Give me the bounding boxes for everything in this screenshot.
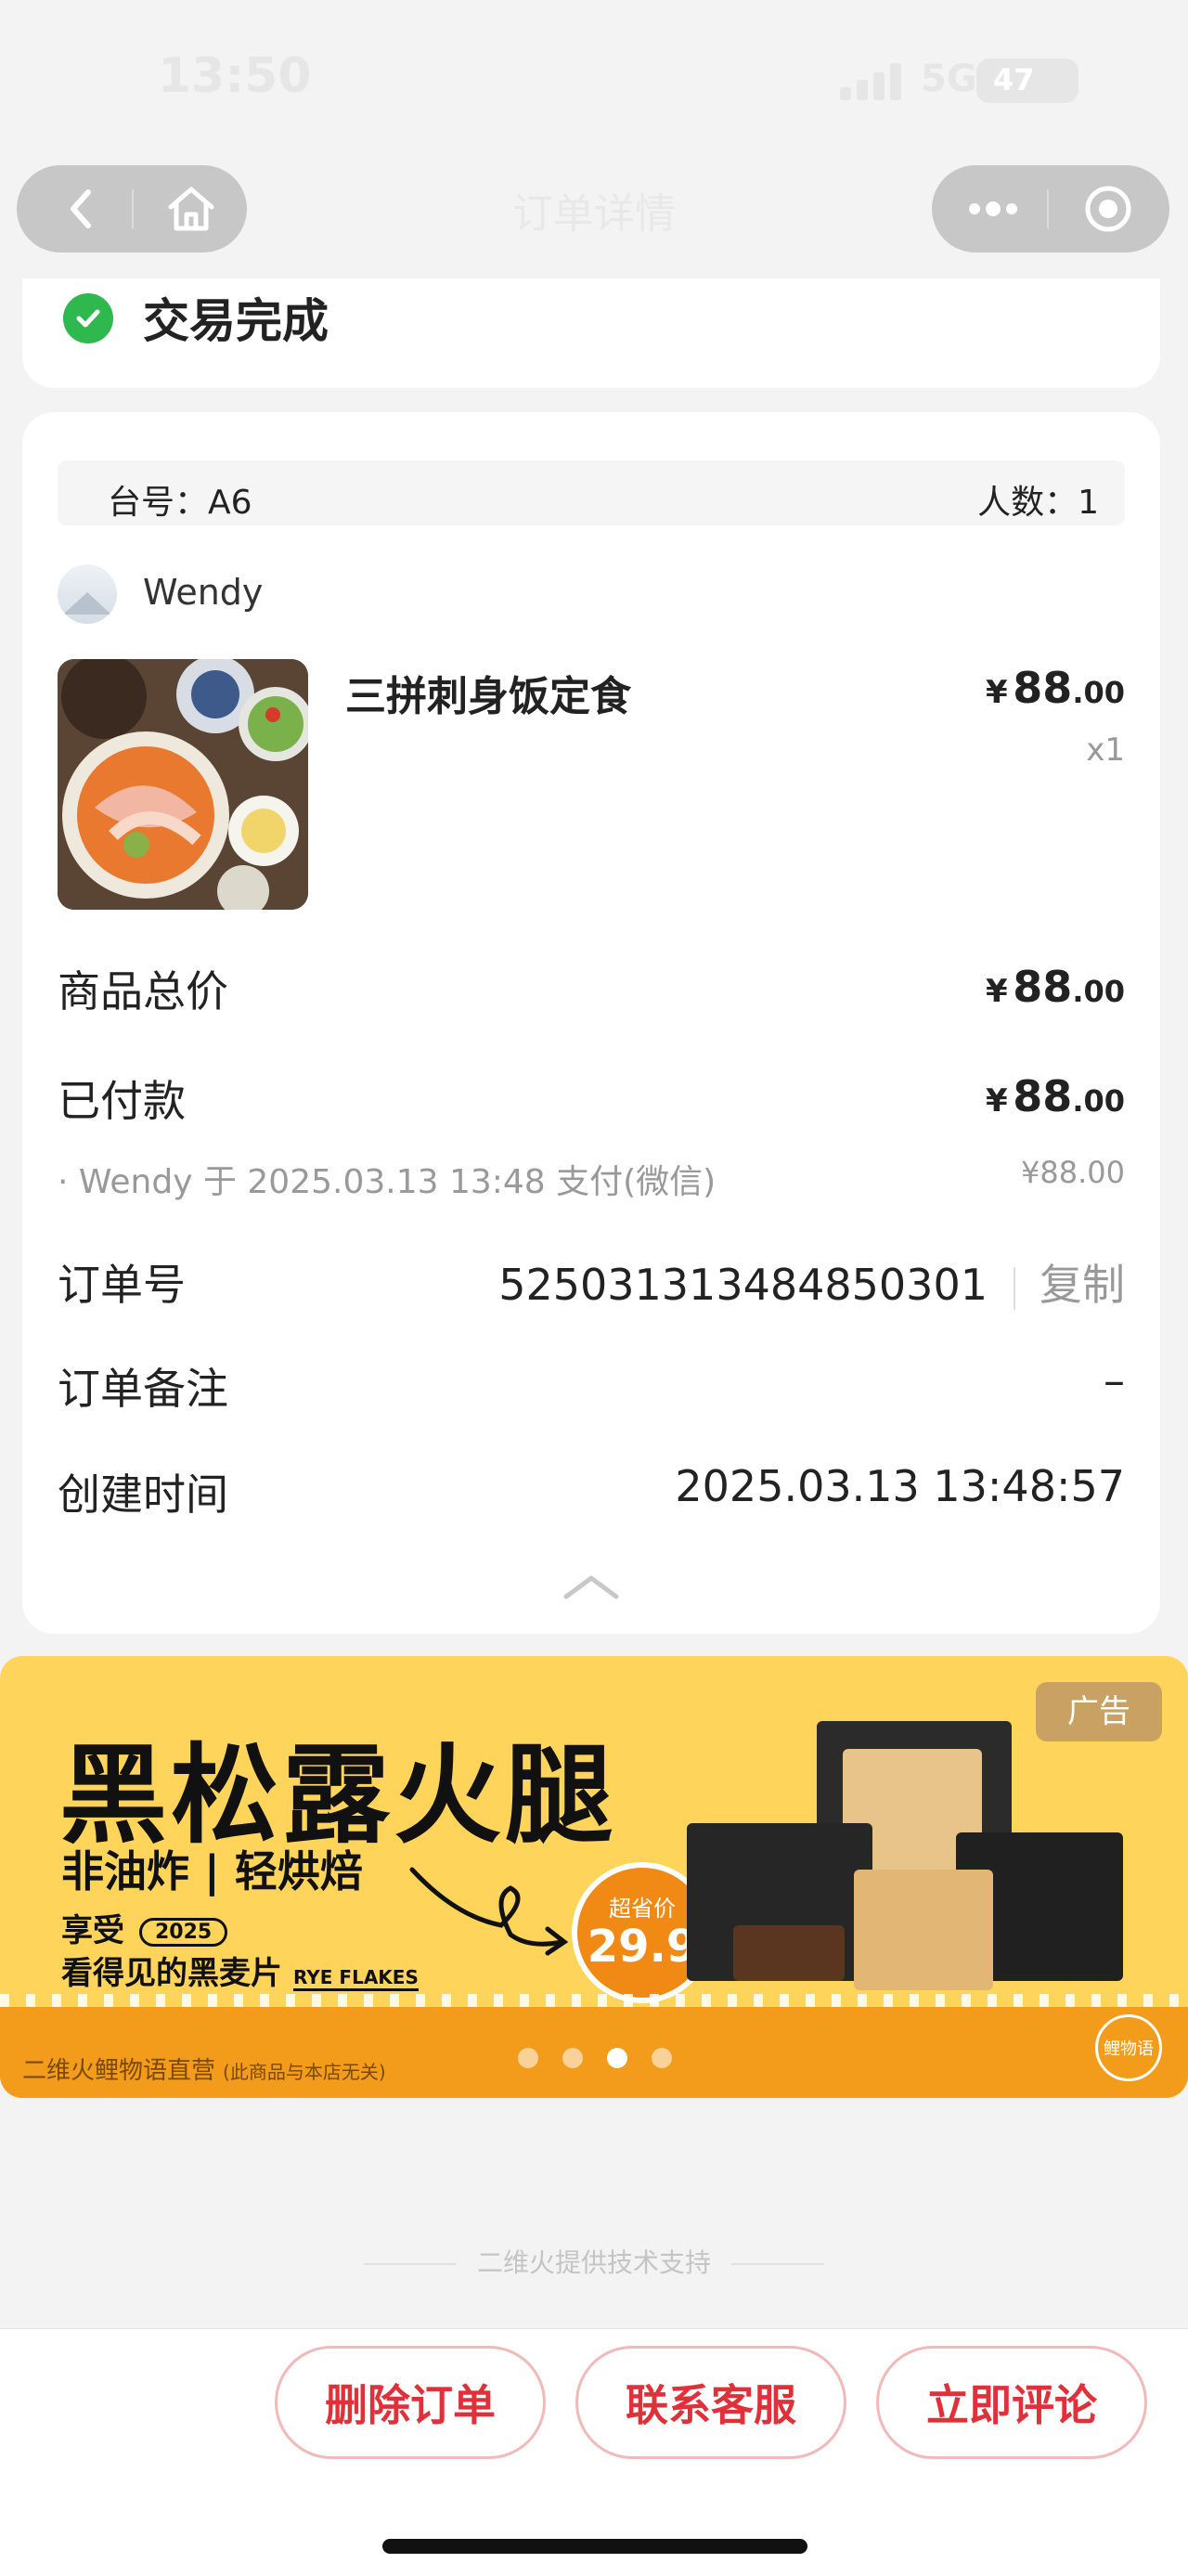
- ad-subtitle: 非油炸 | 轻烘焙: [61, 1846, 363, 1896]
- arrow-icon: [409, 1867, 569, 1956]
- order-number-row: 525031313484850301 复制: [498, 1251, 1125, 1313]
- carousel-dot[interactable]: [562, 2048, 583, 2068]
- item-image[interactable]: [58, 659, 308, 910]
- carousel-dot-active[interactable]: [607, 2048, 627, 2068]
- bottom-action-bar: 删除订单 联系客服 立即评论: [0, 2328, 1188, 2576]
- avatar: [58, 564, 117, 624]
- order-status-text: 交易完成: [143, 294, 329, 348]
- remark-label: 订单备注: [58, 1364, 228, 1414]
- ad-footer-text: 二维火鲤物语直营: [22, 2057, 216, 2085]
- price-integer: 88: [1013, 663, 1073, 713]
- copy-divider: [1014, 1266, 1015, 1310]
- ad-footer: 二维火鲤物语直营 (此商品与本店无关): [22, 2052, 386, 2086]
- target-icon: [1085, 186, 1131, 232]
- ad-line-2: 看得见的黑麦片 RYE FLAKES: [61, 1948, 419, 1993]
- subtotal-decimal: .00: [1072, 974, 1125, 1009]
- ad-banner[interactable]: 黑松露火腿 非油炸 | 轻烘焙 享受 2025 看得见的黑麦片 RYE FLAKES…: [0, 1656, 1188, 2098]
- battery-icon: 47: [976, 58, 1078, 103]
- review-button[interactable]: 立即评论: [876, 2346, 1147, 2459]
- ad-line-2-text: 看得见的黑麦片: [61, 1955, 282, 1992]
- ad-tag: 广告: [1036, 1682, 1162, 1741]
- battery-level: 47: [993, 62, 1035, 97]
- divider: [731, 2263, 824, 2265]
- carousel-dot[interactable]: [518, 2048, 538, 2068]
- item-name: 三拼刺身饭定食: [345, 673, 631, 720]
- signal-icon: [840, 63, 905, 100]
- table-info-bar: 台号：A6 人数：1: [58, 460, 1125, 525]
- user-name: Wendy: [143, 572, 264, 613]
- chevron-up-icon[interactable]: [561, 1571, 622, 1602]
- divider: [363, 2263, 457, 2265]
- ad-year-badge: 2025: [139, 1918, 228, 1947]
- currency-symbol: ¥: [986, 674, 1008, 711]
- close-miniapp-button[interactable]: [1052, 165, 1164, 252]
- created-time-value: 2025.03.13 13:48:57: [675, 1461, 1125, 1511]
- delete-order-button[interactable]: 删除订单: [275, 2346, 546, 2459]
- status-time: 13:50: [158, 48, 312, 104]
- ad-line-1-text: 享受: [61, 1912, 124, 1949]
- carousel-dot[interactable]: [652, 2048, 672, 2068]
- more-button[interactable]: [937, 165, 1049, 252]
- table-number: 台号：A6: [108, 484, 252, 522]
- price-decimal: .00: [1072, 675, 1125, 710]
- status-bar: 13:50 5G 47: [0, 0, 1188, 158]
- item-price: ¥ 88.00: [986, 663, 1125, 713]
- order-status-card: 交易完成: [22, 278, 1160, 388]
- created-time-label: 创建时间: [58, 1469, 228, 1520]
- product-cracker: [733, 1925, 845, 1981]
- paid-decimal: .00: [1072, 1083, 1125, 1119]
- ad-rye-label: RYE FLAKES: [293, 1966, 419, 1991]
- paid-integer: 88: [1013, 1071, 1073, 1121]
- nav-capsule-right: [932, 165, 1169, 252]
- network-label: 5G: [921, 58, 977, 100]
- subtotal-integer: 88: [1013, 962, 1073, 1012]
- paid-value: ¥ 88.00: [986, 1071, 1125, 1121]
- ad-footer-note: (此商品与本店无关): [223, 2061, 386, 2083]
- food-photo: [58, 659, 308, 910]
- item-quantity: x1: [1086, 731, 1125, 769]
- people-count: 人数：1: [977, 484, 1099, 522]
- paid-label: 已付款: [58, 1076, 186, 1126]
- nav-divider: [1047, 189, 1049, 228]
- payment-detail: · Wendy 于 2025.03.13 13:48 支付(微信): [58, 1163, 717, 1201]
- payment-amount: ¥88.00: [1021, 1155, 1125, 1190]
- order-detail-card: 台号：A6 人数：1 Wendy 三拼刺身饭定食 ¥ 88.00 x1 商品总价: [22, 412, 1160, 1634]
- tech-support: 二维火提供技术支持: [0, 2243, 1188, 2280]
- copy-button[interactable]: 复制: [1040, 1260, 1125, 1310]
- currency-symbol: ¥: [986, 1082, 1008, 1120]
- order-number-label: 订单号: [58, 1260, 186, 1310]
- currency-symbol: ¥: [986, 973, 1008, 1010]
- check-icon: [63, 293, 113, 343]
- product-cracker: [854, 1870, 993, 1990]
- ad-brand-logo: 鲤物语: [1095, 2014, 1162, 2081]
- more-icon: [969, 201, 1017, 216]
- contact-service-button[interactable]: 联系客服: [575, 2346, 846, 2459]
- home-indicator: [382, 2539, 807, 2554]
- order-number: 525031313484850301: [498, 1260, 988, 1310]
- subtotal-label: 商品总价: [58, 966, 228, 1016]
- ad-line-1: 享受 2025: [61, 1905, 228, 1950]
- remark-value: –: [1104, 1355, 1125, 1405]
- subtotal-value: ¥ 88.00: [986, 962, 1125, 1012]
- tech-support-text: 二维火提供技术支持: [476, 2247, 711, 2278]
